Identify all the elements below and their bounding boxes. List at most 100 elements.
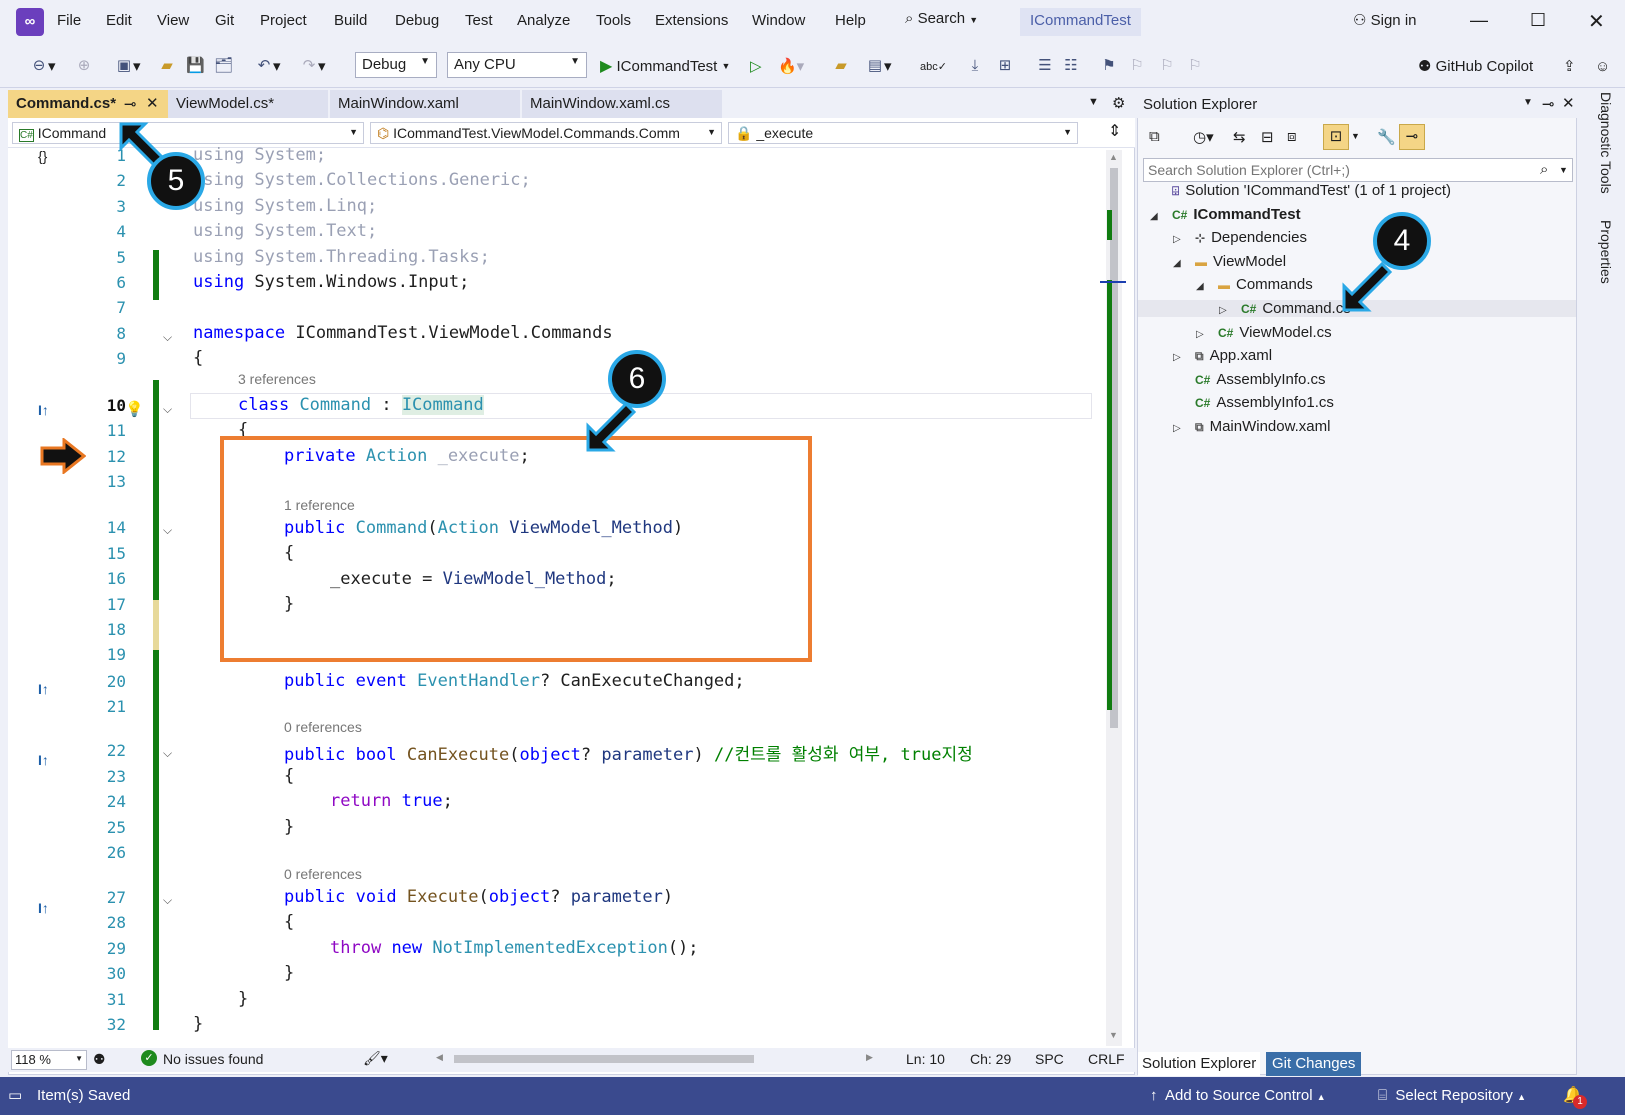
- show-all-files-icon[interactable]: ⧈: [1287, 128, 1297, 145]
- tab-command-cs[interactable]: Command.cs* ⊸ ✕: [8, 90, 168, 118]
- line-ending-indicator[interactable]: CRLF: [1088, 1051, 1125, 1067]
- forward-icon[interactable]: ⊕: [75, 54, 93, 78]
- history-icon[interactable]: ◷▾: [1193, 128, 1214, 146]
- minimize-icon[interactable]: —: [1470, 10, 1488, 31]
- prev-bookmark-icon[interactable]: ⚐: [1128, 54, 1146, 78]
- menu-test[interactable]: Test: [465, 12, 493, 29]
- bookmark-icon[interactable]: ⚑: [1100, 54, 1118, 78]
- tree-item[interactable]: ⌹ Solution 'ICommandTest' (1 of 1 project…: [1150, 182, 1451, 199]
- project-dropdown[interactable]: C# ICommand ▼: [12, 122, 364, 144]
- open-folder-icon[interactable]: ▰: [158, 54, 176, 78]
- expand-toggle-icon[interactable]: ◢: [1150, 211, 1164, 222]
- expand-toggle-icon[interactable]: ▷: [1219, 305, 1233, 316]
- gear-icon[interactable]: ⚙: [1112, 94, 1125, 112]
- tree-item[interactable]: ▷ ⊹ Dependencies: [1173, 229, 1307, 246]
- expand-toggle-icon[interactable]: ▷: [1173, 423, 1187, 434]
- start-debugging-button[interactable]: ▶ ICommandTest ▼: [600, 54, 730, 78]
- scroll-up-icon[interactable]: ▲: [1109, 152, 1118, 162]
- maximize-icon[interactable]: ☐: [1530, 10, 1546, 31]
- tree-item[interactable]: ◢ ▬ Commands: [1196, 276, 1313, 293]
- solution-explorer-tab[interactable]: Solution Explorer: [1138, 1052, 1261, 1076]
- save-all-icon[interactable]: 🗂: [214, 54, 233, 78]
- add-to-source-control-button[interactable]: ↑ Add to Source Control ▲: [1150, 1087, 1326, 1104]
- menu-window[interactable]: Window: [752, 12, 805, 29]
- tree-item[interactable]: ▷ C# ViewModel.cs: [1196, 324, 1332, 341]
- preview-icon[interactable]: ⊡: [1323, 124, 1349, 150]
- vertical-scrollbar[interactable]: ▲ ▼: [1106, 150, 1122, 1046]
- menu-debug[interactable]: Debug: [395, 12, 439, 29]
- zoom-select[interactable]: 118 % ▼: [11, 1050, 87, 1070]
- menu-edit[interactable]: Edit: [106, 12, 132, 29]
- tab-overflow-icon[interactable]: ▼: [1088, 96, 1099, 108]
- expand-toggle-icon[interactable]: ▷: [1173, 234, 1187, 245]
- type-dropdown[interactable]: ⌬ ICommandTest.ViewModel.Commands.Comm ▼: [370, 122, 722, 144]
- browse-folder-icon[interactable]: ▰: [832, 54, 850, 78]
- menu-analyze[interactable]: Analyze: [517, 12, 570, 29]
- line-indicator[interactable]: Ln: 10: [906, 1051, 945, 1067]
- tree-item[interactable]: ◢ C# ICommandTest: [1150, 206, 1301, 223]
- outdent-icon[interactable]: ☷: [1062, 54, 1080, 78]
- issues-label[interactable]: No issues found: [163, 1051, 263, 1067]
- properties-tab[interactable]: Properties: [1598, 220, 1614, 284]
- menu-tools[interactable]: Tools: [596, 12, 631, 29]
- tab-mainwindow-xaml-cs[interactable]: MainWindow.xaml.cs: [522, 90, 722, 118]
- redo-icon[interactable]: ↷ ▾: [300, 54, 326, 78]
- git-changes-tab[interactable]: Git Changes: [1266, 1052, 1362, 1076]
- platform-select[interactable]: Any CPU ▼: [447, 52, 587, 78]
- sign-in-button[interactable]: ⚇ Sign in: [1353, 11, 1417, 29]
- menu-help[interactable]: Help: [835, 12, 866, 29]
- tree-item[interactable]: ◢ ▬ ViewModel: [1173, 253, 1286, 270]
- pending-icon[interactable]: ⊸: [1399, 124, 1425, 150]
- implements-icon[interactable]: I↑: [38, 752, 49, 768]
- codelens-execute-refs[interactable]: 0 references: [284, 866, 362, 882]
- codelens-canexecute-refs[interactable]: 0 references: [284, 719, 362, 735]
- tree-item[interactable]: ▷ ⧉ App.xaml: [1173, 347, 1272, 364]
- feedback-icon[interactable]: ☺: [1595, 54, 1610, 78]
- pin-icon[interactable]: ⊸: [1542, 95, 1555, 113]
- copilot-icon[interactable]: ⚉: [93, 1051, 106, 1068]
- menu-project[interactable]: Project: [260, 12, 307, 29]
- github-copilot-button[interactable]: ⚉ GitHub Copilot: [1418, 54, 1533, 78]
- indent-icon[interactable]: ☰: [1036, 54, 1054, 78]
- tab-mainwindow-xaml[interactable]: MainWindow.xaml: [330, 90, 520, 118]
- tab-viewmodel-cs[interactable]: ViewModel.cs*: [168, 90, 328, 118]
- split-icon[interactable]: ⇕: [1108, 121, 1121, 141]
- collapse-icon[interactable]: ⌵: [163, 402, 172, 417]
- whitespace-indicator[interactable]: SPC: [1035, 1051, 1064, 1067]
- next-bookmark-icon[interactable]: ⚐: [1158, 54, 1176, 78]
- codelens-class-refs[interactable]: 3 references: [238, 371, 316, 387]
- pin-icon[interactable]: ⊸: [124, 95, 137, 113]
- collapse-all-icon[interactable]: ⊟: [1261, 128, 1274, 146]
- notifications-button[interactable]: 🔔 1: [1563, 1085, 1587, 1109]
- scroll-left-icon[interactable]: ◀: [436, 1052, 443, 1063]
- tree-item[interactable]: ▷ ⧉ MainWindow.xaml: [1173, 418, 1330, 435]
- layout-icon[interactable]: ▤ ▾: [866, 54, 892, 78]
- cleanup-icon[interactable]: 🖌▾: [363, 1050, 388, 1067]
- menu-file[interactable]: File: [57, 12, 81, 29]
- implements-icon[interactable]: I↑: [38, 900, 49, 916]
- implements-icon[interactable]: I↑: [38, 681, 49, 697]
- expand-toggle-icon[interactable]: ▷: [1196, 329, 1210, 340]
- sync-icon[interactable]: ⇆: [1233, 128, 1246, 146]
- member-dropdown[interactable]: 🔒 _execute ▼: [728, 122, 1078, 144]
- column-indicator[interactable]: Ch: 29: [970, 1051, 1011, 1067]
- chevron-down-icon[interactable]: ▼: [1523, 97, 1533, 108]
- chevron-down-icon[interactable]: ▼: [1559, 165, 1568, 175]
- diagnostic-tools-tab[interactable]: Diagnostic Tools: [1598, 92, 1614, 194]
- configuration-select[interactable]: Debug ▼: [355, 52, 437, 78]
- step-icon[interactable]: ⤓: [966, 54, 984, 78]
- spellcheck-icon[interactable]: abc✓: [920, 54, 947, 78]
- menu-build[interactable]: Build: [334, 12, 367, 29]
- scroll-right-icon[interactable]: ▶: [866, 1052, 873, 1063]
- horizontal-scrollbar[interactable]: ◀ ▶: [436, 1052, 876, 1066]
- hot-reload-icon[interactable]: 🔥▾: [778, 54, 804, 78]
- solution-search-input[interactable]: [1148, 160, 1538, 180]
- menu-git[interactable]: Git: [215, 12, 234, 29]
- collapse-icon[interactable]: ⌵: [163, 523, 172, 538]
- menu-view[interactable]: View: [157, 12, 189, 29]
- implements-icon[interactable]: I↑: [38, 402, 49, 418]
- h-scroll-thumb[interactable]: [454, 1055, 754, 1063]
- collapse-icon[interactable]: ⌵: [163, 330, 172, 345]
- expand-toggle-icon[interactable]: ◢: [1196, 281, 1210, 292]
- chevron-down-icon[interactable]: ▼: [1351, 131, 1360, 141]
